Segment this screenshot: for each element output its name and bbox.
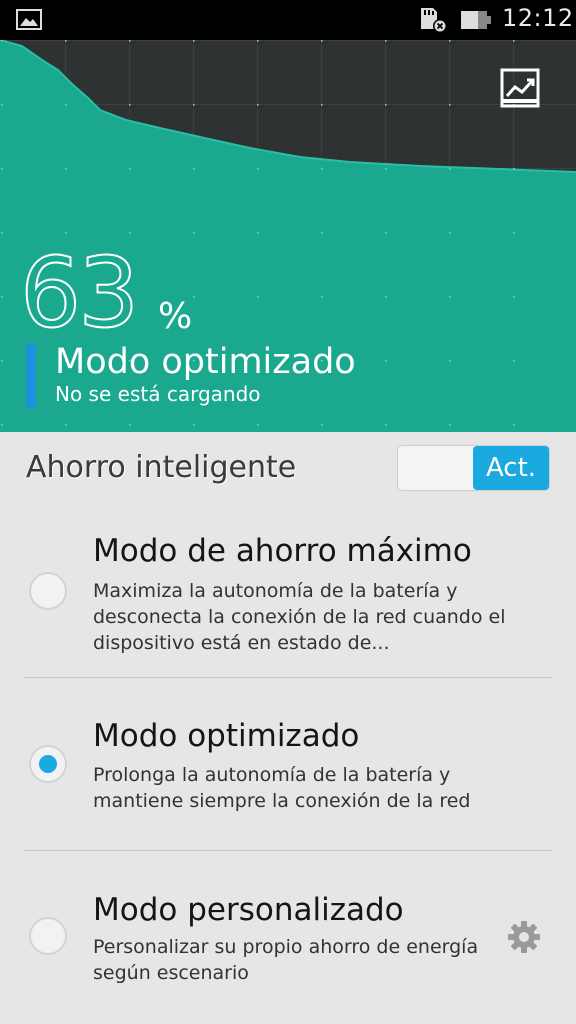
current-mode-title: Modo optimizado bbox=[55, 342, 356, 382]
status-bar: 12:12 bbox=[0, 0, 576, 40]
option-description: Personalizar su propio ahorro de energía… bbox=[93, 936, 479, 984]
option-description: Prolonga la autonomía de la batería y ma… bbox=[93, 764, 471, 812]
radio-optimized[interactable] bbox=[29, 745, 67, 783]
option-title: Modo personalizado bbox=[93, 892, 404, 928]
divider bbox=[24, 850, 552, 851]
mode-indicator-bar bbox=[26, 344, 36, 408]
gallery-notification-icon bbox=[16, 9, 42, 30]
divider bbox=[24, 677, 552, 678]
radio-custom[interactable] bbox=[29, 917, 67, 955]
sd-card-error-icon bbox=[421, 8, 447, 33]
toggle-on-label: Act. bbox=[473, 446, 549, 490]
battery-graph: 63 % Modo optimizado No se está cargando bbox=[0, 40, 576, 432]
smart-saving-label: Ahorro inteligente bbox=[26, 450, 297, 485]
stats-chart-icon[interactable] bbox=[500, 68, 540, 108]
gear-icon[interactable] bbox=[507, 920, 541, 954]
radio-max-saving[interactable] bbox=[29, 572, 67, 610]
charging-status: No se está cargando bbox=[55, 382, 261, 406]
smart-saving-toggle[interactable]: Act. bbox=[397, 445, 550, 491]
radio-selected-dot bbox=[39, 755, 57, 773]
clock: 12:12 bbox=[502, 4, 574, 32]
battery-percentage: 63 bbox=[20, 238, 140, 338]
percent-sign: % bbox=[158, 296, 193, 337]
option-description: Maximiza la autonomía de la batería y de… bbox=[93, 580, 506, 654]
option-title: Modo de ahorro máximo bbox=[93, 533, 472, 569]
battery-icon bbox=[461, 11, 491, 29]
option-title: Modo optimizado bbox=[93, 718, 360, 754]
svg-text:63: 63 bbox=[20, 238, 136, 338]
